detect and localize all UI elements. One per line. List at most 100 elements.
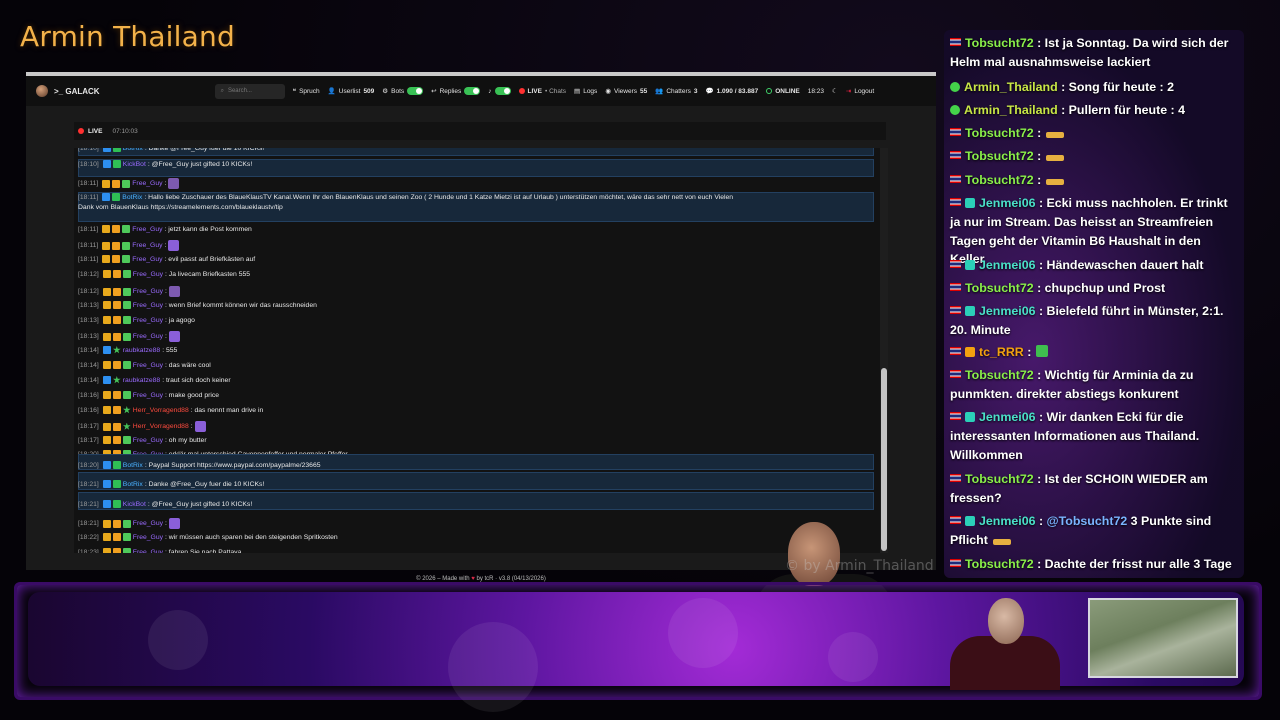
- chat-message[interactable]: [18:12] Free_Guy:: [78, 286, 180, 297]
- chat-message[interactable]: [18:13] Free_Guy: wenn Brief kommt können…: [78, 301, 317, 309]
- overlay-message-text: :: [1037, 173, 1042, 187]
- flag-icon: [950, 38, 961, 46]
- message-timestamp: [18:16]: [78, 406, 99, 414]
- chat-message[interactable]: [18:13] Free_Guy: ja agogo: [78, 316, 195, 324]
- chat-message[interactable]: [18:11] Free_Guy:: [78, 178, 180, 189]
- sound-toggle[interactable]: [494, 87, 511, 95]
- nav-sound-toggle[interactable]: ♪: [488, 87, 511, 95]
- chat-message[interactable]: [18:11] BotRix: Hallo liebe Zuschauer des…: [78, 193, 733, 201]
- chat-text: : jetzt kann die Post kommen: [164, 225, 252, 233]
- user-badge-icon: [122, 436, 131, 444]
- overlay-message-text: : Song für heute : 2: [1061, 80, 1174, 94]
- logout-icon: ⇥: [845, 88, 852, 95]
- chat-message[interactable]: [18:12] Free_Guy: Ja livecam Briefkasten …: [78, 270, 250, 278]
- chat-message[interactable]: [18:22] Free_Guy: wir müssen auch sparen …: [78, 533, 338, 541]
- bots-toggle[interactable]: [407, 87, 424, 95]
- chat-username[interactable]: BotRix: [123, 148, 143, 152]
- flag-icon: [950, 516, 961, 524]
- chat-text: : fahren Sie nach Pattaya: [165, 548, 242, 554]
- chat-username[interactable]: BotRix: [123, 462, 143, 469]
- chat-username[interactable]: Free_Guy: [133, 271, 163, 278]
- chat-message[interactable]: [18:21] KickBot: @Free_Guy just gifted 10…: [78, 500, 252, 508]
- chat-message[interactable]: [18:14] Free_Guy: das wäre cool: [78, 361, 211, 369]
- logout-button[interactable]: ⇥ Logout: [845, 87, 875, 96]
- chat-username[interactable]: Herr_Vorragend88: [133, 423, 189, 430]
- user-badge-icon: [965, 306, 975, 316]
- theme-toggle[interactable]: ☾: [832, 87, 838, 95]
- chat-username[interactable]: KickBot: [123, 161, 146, 168]
- message-count: 1.090 / 83.887: [716, 87, 759, 95]
- chat-username[interactable]: Free_Guy: [133, 302, 163, 309]
- chat-username[interactable]: Herr_Vorragend88: [133, 407, 189, 414]
- chat-message[interactable]: [18:21] BotRix: Danke @Free_Guy fuer die …: [78, 480, 264, 488]
- chat-log[interactable]: [18:10] BotRix: Danke @Free_Guy fuer die …: [74, 148, 880, 553]
- flag-icon: [950, 370, 961, 378]
- app-logo[interactable]: >_ GALACK: [36, 85, 100, 97]
- chat-message[interactable]: [18:14] raubkatze88: traut sich doch kein…: [78, 376, 231, 384]
- nav-spruch-label: Spruch: [299, 87, 320, 95]
- chat-message[interactable]: [18:10] KickBot: @Free_Guy just gifted 10…: [78, 160, 252, 168]
- chat-message[interactable]: [18:17] Herr_Vorragend88:: [78, 421, 206, 432]
- nav-bots[interactable]: ⚙ Bots: [382, 87, 424, 95]
- nav-userlist[interactable]: 👤 Userlist 509: [327, 87, 375, 96]
- chat-username[interactable]: BotRix: [123, 481, 143, 488]
- chat-text: : 555: [162, 346, 178, 354]
- replies-toggle[interactable]: [464, 87, 481, 95]
- chat-message[interactable]: [18:21] Free_Guy:: [78, 518, 180, 529]
- chat-username[interactable]: Free_Guy: [133, 288, 163, 295]
- chat-message[interactable]: [18:17] Free_Guy: oh my butter: [78, 436, 207, 444]
- chat-message[interactable]: [18:16] Free_Guy: make good price: [78, 391, 219, 399]
- chat-username[interactable]: Free_Guy: [133, 392, 163, 399]
- chat-message[interactable]: [18:23] Free_Guy: fahren Sie nach Pattaya: [78, 548, 241, 553]
- chat-username[interactable]: Free_Guy: [133, 534, 163, 541]
- user-badge-icon: [102, 480, 111, 488]
- nav-replies[interactable]: ↩ Replies: [431, 87, 481, 95]
- overlay-username: Tobsucht72: [965, 557, 1034, 571]
- logout-label: Logout: [854, 87, 875, 95]
- message-timestamp: [18:11]: [78, 242, 99, 249]
- chat-message[interactable]: [18:10] BotRix: Danke @Free_Guy fuer die …: [78, 148, 264, 152]
- chat-username[interactable]: Free_Guy: [133, 437, 163, 444]
- chat-message[interactable]: [18:13] Free_Guy:: [78, 331, 180, 342]
- live-status-bar: LIVE 07:10:03: [74, 122, 886, 140]
- search-input[interactable]: ⌕ Search...: [214, 83, 285, 99]
- chat-username[interactable]: Free_Guy: [133, 362, 163, 369]
- avatar[interactable]: [36, 85, 48, 97]
- chat-username[interactable]: Free_Guy: [132, 180, 162, 187]
- chat-message[interactable]: [18:14] raubkatze88: 555: [78, 346, 177, 354]
- nav-logs[interactable]: ▤ Logs: [574, 87, 597, 96]
- message-timestamp: [18:10]: [78, 160, 99, 168]
- nav-live-chats[interactable]: LIVE • Chats: [518, 88, 566, 95]
- chat-username[interactable]: raubkatze88: [123, 377, 160, 384]
- chat-username[interactable]: Free_Guy: [133, 317, 163, 324]
- chat-username[interactable]: Free_Guy: [132, 226, 162, 233]
- chat-username[interactable]: Free_Guy: [132, 242, 162, 249]
- chat-username[interactable]: Free_Guy: [133, 520, 163, 527]
- user-badge-icon: [102, 193, 111, 201]
- chat-username[interactable]: BotRix: [122, 194, 142, 201]
- streamer-head: [788, 522, 840, 586]
- message-timestamp: [18:13]: [78, 301, 99, 309]
- message-timestamp: [18:11]: [78, 193, 99, 201]
- chat-message[interactable]: [18:11] Free_Guy: jetzt kann die Post kom…: [78, 225, 252, 233]
- message-timestamp: [18:12]: [78, 270, 99, 278]
- chat-username[interactable]: Free_Guy: [132, 256, 162, 263]
- nav-chatters[interactable]: 👥 Chatters 3: [655, 87, 697, 96]
- emote-icon: [168, 518, 180, 529]
- user-icon: 👤: [327, 88, 336, 95]
- chat-message[interactable]: [18:11] Free_Guy: evil passt auf Briefkäs…: [78, 255, 255, 263]
- nav-messages[interactable]: 💬 1.090 / 83.887: [706, 87, 759, 96]
- chat-username[interactable]: Free_Guy: [133, 549, 163, 554]
- chat-username[interactable]: raubkatze88: [123, 347, 160, 354]
- nav-viewers[interactable]: ◉ Viewers 55: [605, 87, 647, 96]
- bokeh-light: [668, 598, 738, 668]
- chat-scrollbar[interactable]: [880, 148, 888, 553]
- chat-username[interactable]: KickBot: [123, 501, 146, 508]
- chat-username[interactable]: Free_Guy: [133, 333, 163, 340]
- chat-message[interactable]: [18:20] BotRix: Paypal Support https://ww…: [78, 461, 321, 469]
- chat-message[interactable]: [18:11] Free_Guy:: [78, 240, 180, 251]
- nav-spruch[interactable]: ❝ Spruch: [293, 87, 320, 96]
- outdoor-camera-feed: [1088, 598, 1238, 678]
- chat-message[interactable]: [18:16] Herr_Vorragend88: das nennt man d…: [78, 406, 263, 414]
- user-badge-icon: [122, 406, 131, 414]
